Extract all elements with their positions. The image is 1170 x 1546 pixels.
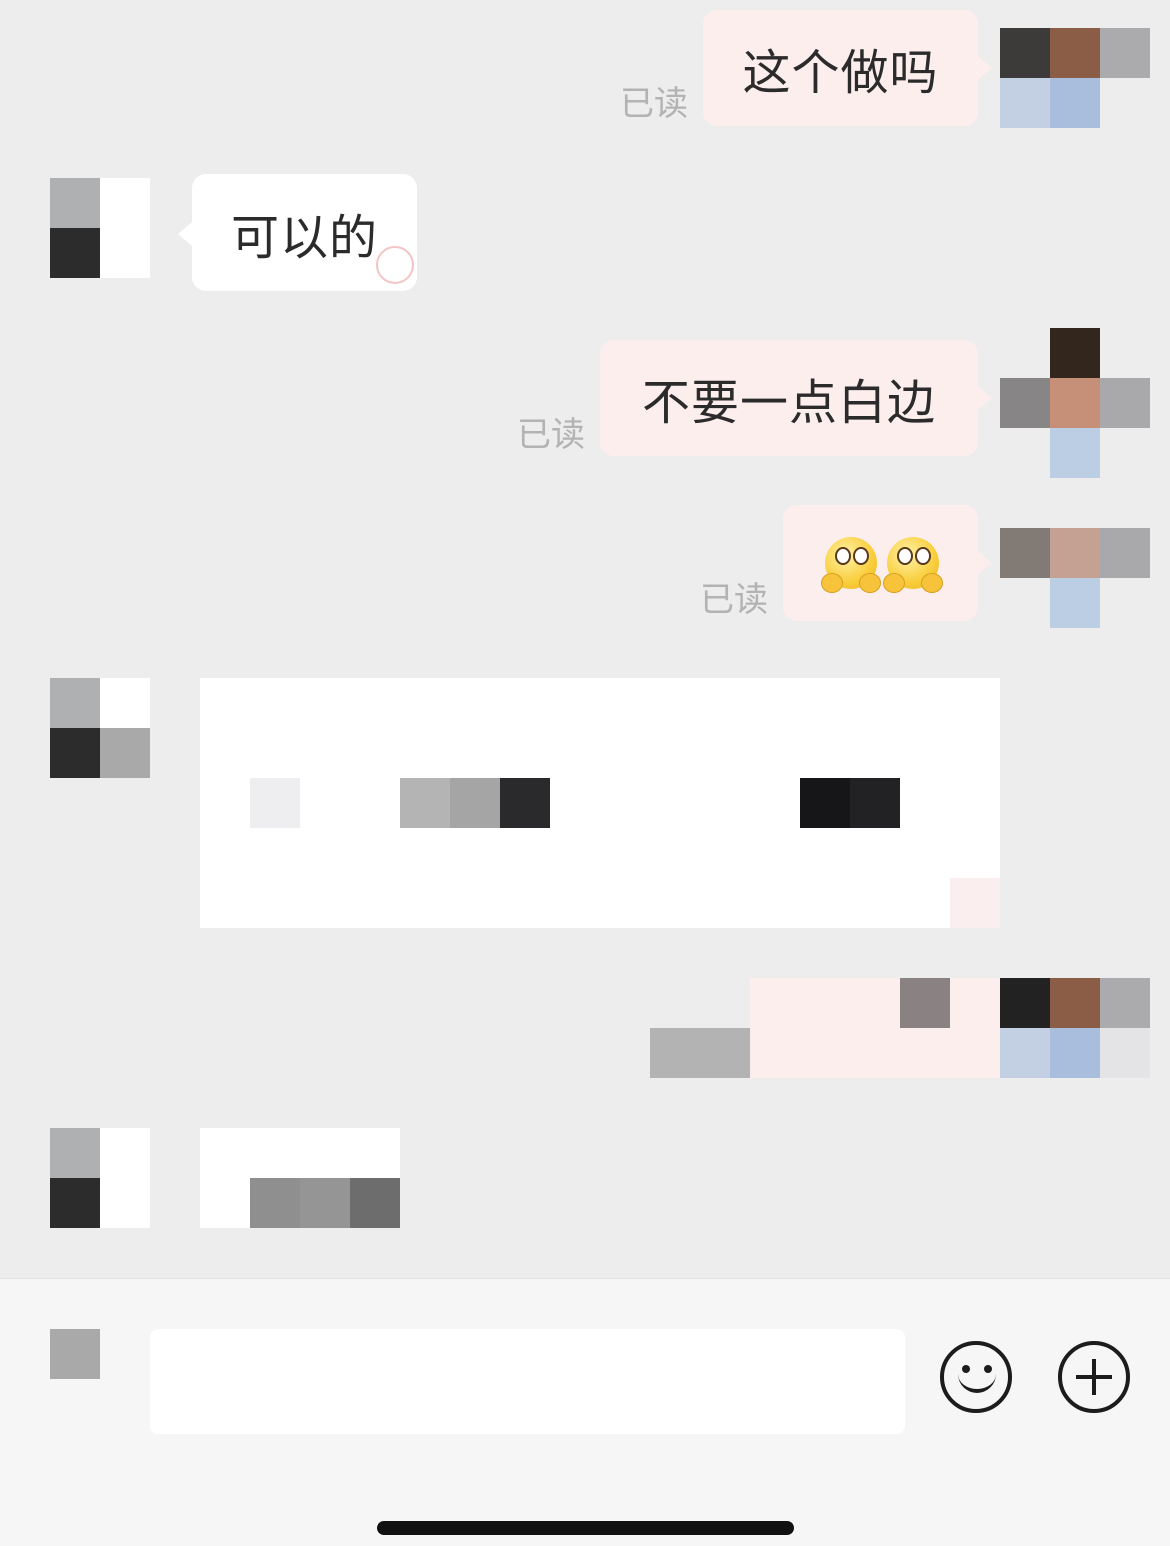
chat-area[interactable]: 已读 这个做吗 可以的 已读 不要一点白边 已读 bbox=[0, 0, 1170, 1278]
emoji-icon[interactable] bbox=[940, 1341, 1012, 1413]
message-text: 这个做吗 bbox=[742, 45, 939, 101]
my-avatar[interactable] bbox=[1000, 28, 1150, 128]
contact-avatar[interactable] bbox=[50, 178, 150, 278]
read-receipt: 已读 bbox=[517, 415, 585, 455]
bubble-tail bbox=[978, 386, 992, 410]
read-receipt: 已读 bbox=[700, 580, 768, 620]
hugging-face-emoji bbox=[821, 537, 881, 597]
input-bar bbox=[0, 1278, 1170, 1546]
my-avatar[interactable] bbox=[1000, 328, 1150, 478]
read-receipt: 已读 bbox=[620, 84, 688, 124]
pixelated-incoming-message[interactable] bbox=[200, 1128, 400, 1228]
contact-avatar[interactable] bbox=[50, 1128, 150, 1228]
sticker-badge-icon bbox=[376, 246, 414, 284]
voice-icon[interactable] bbox=[50, 1329, 100, 1379]
message-text: 不要一点白边 bbox=[641, 375, 936, 431]
message-input[interactable] bbox=[150, 1329, 905, 1434]
message-bubble-outgoing[interactable]: 这个做吗 bbox=[703, 10, 978, 126]
pixelated-message-card[interactable] bbox=[200, 678, 1000, 928]
hugging-face-emoji bbox=[883, 537, 943, 597]
bubble-tail bbox=[978, 551, 992, 575]
message-text: 可以的 bbox=[230, 209, 378, 266]
bubble-tail bbox=[978, 56, 992, 80]
pixelated-outgoing-message[interactable] bbox=[650, 978, 1150, 1078]
add-icon[interactable] bbox=[1058, 1341, 1130, 1413]
message-bubble-outgoing[interactable]: 不要一点白边 bbox=[600, 340, 978, 456]
bubble-tail bbox=[178, 222, 192, 246]
contact-avatar[interactable] bbox=[50, 678, 150, 778]
message-bubble-outgoing[interactable] bbox=[783, 505, 978, 621]
my-avatar[interactable] bbox=[1000, 528, 1150, 628]
home-indicator bbox=[377, 1521, 794, 1535]
